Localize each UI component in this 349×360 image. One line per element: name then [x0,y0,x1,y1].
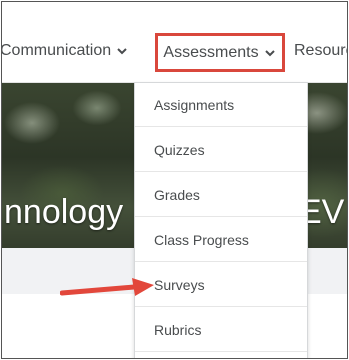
menu-item-class-progress[interactable]: Class Progress [135,218,307,262]
menu-item-label: Grades [154,186,200,203]
assessments-dropdown-menu: Assignments Quizzes Grades Class Progres… [134,82,308,358]
chevron-down-icon [117,42,127,60]
menu-item-label: Surveys [154,276,205,293]
screenshot-frame: Communication Assessments Resourc nnolog… [1,1,348,359]
nav-communication-label: Communication [1,42,112,59]
menu-item-label: Rubrics [154,321,202,338]
menu-item-label: Quizzes [154,141,205,158]
nav-resources-label: Resourc [294,42,348,59]
menu-item-quizzes[interactable]: Quizzes [135,128,307,172]
menu-item-grades[interactable]: Grades [135,173,307,217]
nav-assessments[interactable]: Assessments [155,33,285,72]
nav-assessments-label: Assessments [163,43,259,61]
menu-item-assignments[interactable]: Assignments [135,83,307,127]
menu-item-surveys[interactable]: Surveys [135,263,307,307]
menu-item-rubrics[interactable]: Rubrics [135,308,307,352]
chevron-down-icon [264,44,275,62]
banner-title-left: nnology [4,193,124,231]
course-navbar: Communication Assessments Resourc [2,2,347,83]
nav-resources[interactable]: Resourc [294,42,348,60]
nav-communication[interactable]: Communication [1,42,127,60]
menu-item-label: Class Progress [154,231,249,248]
menu-item-label: Assignments [154,96,235,113]
annotation-arrow-icon [60,278,154,296]
